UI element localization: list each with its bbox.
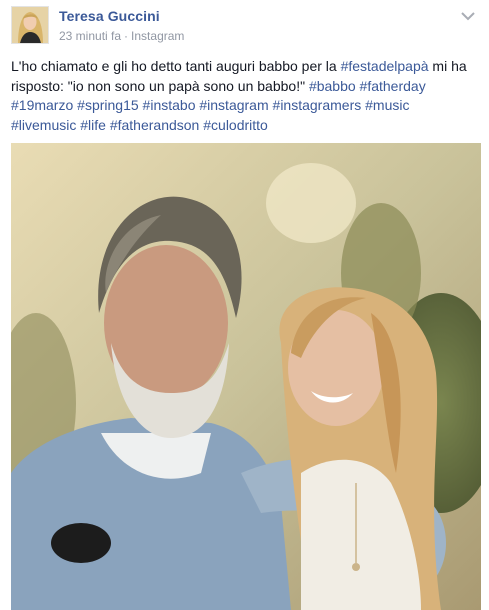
post-source[interactable]: Instagram	[131, 29, 184, 43]
hashtag-link[interactable]: #instagram	[199, 97, 268, 113]
feed-post: Teresa Guccini 23 minuti fa · Instagram L'…	[0, 0, 489, 610]
hashtag-link[interactable]: #fatherday	[360, 78, 426, 94]
post-text-line: #livemusic #life #fatherandson #culodrit…	[11, 116, 481, 136]
profile-photo	[12, 7, 48, 43]
hashtag-link[interactable]: #babbo	[309, 78, 356, 94]
hashtag-link[interactable]: #19marzo	[11, 97, 73, 113]
post-text-line: #19marzo #spring15 #instabo #instagram #…	[11, 96, 481, 116]
post-meta: 23 minuti fa · Instagram	[59, 29, 184, 43]
chevron-down-icon[interactable]	[461, 8, 475, 21]
post-text: L'ho chiamato e gli ho detto tanti augur…	[11, 57, 481, 135]
avatar[interactable]	[11, 6, 49, 44]
post-photo[interactable]	[11, 143, 481, 610]
hashtag-link[interactable]: #livemusic	[11, 117, 76, 133]
post-text-segment: risposto: "io non sono un papà sono un b…	[11, 77, 309, 94]
hashtag-link[interactable]: #spring15	[77, 97, 139, 113]
author-name[interactable]: Teresa Guccini	[59, 8, 160, 24]
post-text-line: risposto: "io non sono un papà sono un b…	[11, 77, 481, 97]
post-timestamp[interactable]: 23 minuti fa	[59, 29, 121, 43]
post-text-segment: L'ho chiamato e gli ho detto tanti augur…	[11, 58, 341, 74]
post-text-segment: mi ha	[428, 58, 467, 74]
hashtag-link[interactable]: #life	[80, 117, 106, 133]
hashtag-link[interactable]: #instabo	[143, 97, 196, 113]
hashtag-link[interactable]: #festadelpapà	[341, 58, 429, 74]
meta-separator: ·	[124, 29, 129, 43]
hashtag-link[interactable]: #instagramers	[273, 97, 362, 113]
hashtag-link[interactable]: #culodritto	[203, 117, 268, 133]
hashtag-link[interactable]: #music	[365, 97, 409, 113]
hashtag-link[interactable]: #fatherandson	[110, 117, 200, 133]
post-text-line: L'ho chiamato e gli ho detto tanti augur…	[11, 57, 481, 77]
